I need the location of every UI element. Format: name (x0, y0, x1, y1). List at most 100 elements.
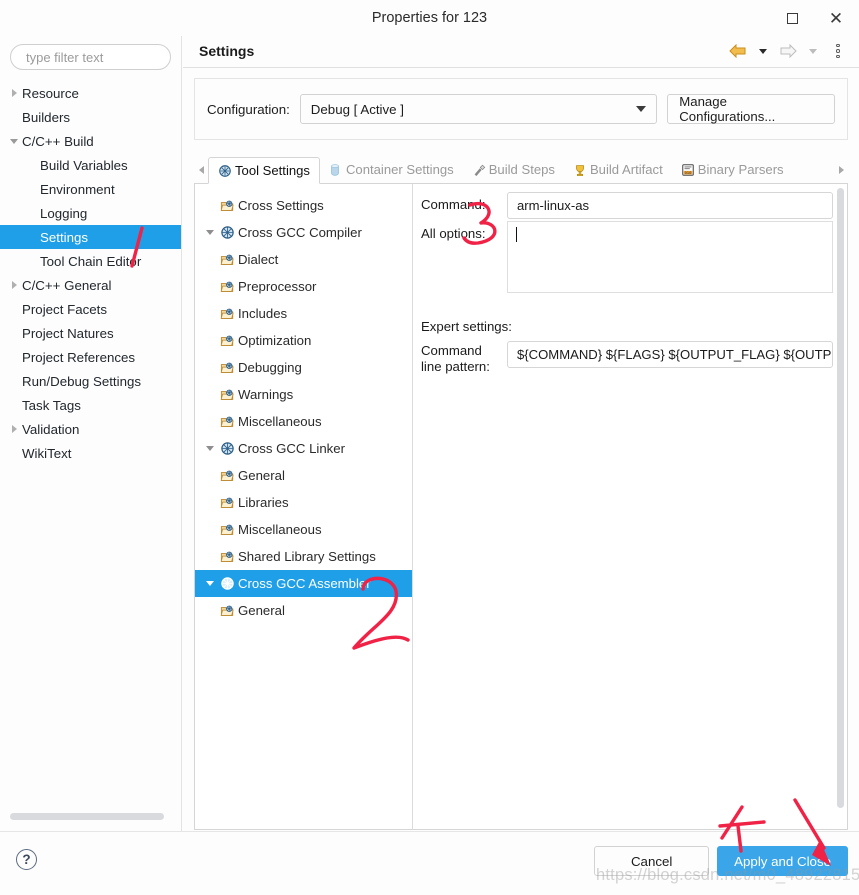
tool-tree-item-cross-settings[interactable]: Cross Settings (195, 192, 412, 219)
chevron-right-icon[interactable] (6, 425, 22, 433)
tab-build-artifact[interactable]: Build Artifact (564, 156, 672, 183)
chevron-down-icon[interactable] (201, 446, 219, 451)
tool-tree-item-shared-library-settings[interactable]: Shared Library Settings (195, 543, 412, 570)
tab-build-steps[interactable]: Build Steps (463, 156, 564, 183)
chevron-down-icon (636, 106, 647, 112)
tool-tree-item-label: Libraries (238, 495, 289, 510)
tool-tree-item-preprocessor[interactable]: Preprocessor (195, 273, 412, 300)
chevron-right-icon[interactable] (834, 157, 848, 183)
configuration-select[interactable]: Debug [ Active ] (299, 94, 658, 124)
tool-tree-item-debugging[interactable]: Debugging (195, 354, 412, 381)
tool-tree-item-warnings[interactable]: Warnings (195, 381, 412, 408)
tool-settings-icon (218, 164, 232, 178)
forward-history-chevron-down-icon[interactable] (802, 40, 824, 62)
chevron-down-icon[interactable] (201, 581, 219, 586)
tab-container-settings[interactable]: Container Settings (320, 156, 463, 183)
tab-label: Tool Settings (235, 163, 310, 178)
pane-header: Settings (183, 36, 859, 67)
sidebar-item-environment[interactable]: Environment (0, 177, 181, 201)
tool-tree-item-optimization[interactable]: Optimization (195, 327, 412, 354)
sidebar-item-project-natures[interactable]: Project Natures (0, 321, 181, 345)
window-title: Properties for 123 (371, 10, 488, 26)
sidebar-item-builders[interactable]: Builders (0, 105, 181, 129)
sidebar-item-label: Environment (40, 181, 115, 197)
sidebar-item-c-c-build[interactable]: C/C++ Build (0, 129, 181, 153)
sidebar-item-project-references[interactable]: Project References (0, 345, 181, 369)
manage-configurations-button[interactable]: Manage Configurations... (667, 94, 835, 124)
chevron-down-icon[interactable] (201, 230, 219, 235)
globe-gear-icon (219, 576, 236, 591)
arrow-left-icon[interactable] (727, 40, 749, 62)
help-icon[interactable]: ? (16, 849, 37, 870)
sidebar-item-project-facets[interactable]: Project Facets (0, 297, 181, 321)
tool-tree-item-libraries[interactable]: Libraries (195, 489, 412, 516)
tool-tree-item-cross-gcc-linker[interactable]: Cross GCC Linker (195, 435, 412, 462)
sidebar-item-label: C/C++ Build (22, 133, 94, 149)
build-steps-icon (472, 163, 486, 177)
folder-gear-icon (219, 388, 236, 402)
svg-text:010: 010 (684, 170, 691, 174)
sidebar-item-run-debug-settings[interactable]: Run/Debug Settings (0, 369, 181, 393)
command-line-pattern-input[interactable]: ${COMMAND} ${FLAGS} ${OUTPUT_FLAG} ${OUT… (507, 341, 833, 368)
tool-tree-item-label: Shared Library Settings (238, 549, 376, 564)
sidebar-item-wikitext[interactable]: WikiText (0, 441, 181, 465)
tool-tree-item-dialect[interactable]: Dialect (195, 246, 412, 273)
sidebar-item-tool-chain-editor[interactable]: Tool Chain Editor (0, 249, 181, 273)
tool-tree-item-label: Miscellaneous (238, 522, 322, 537)
folder-gear-icon (219, 496, 236, 510)
folder-gear-icon (219, 604, 236, 618)
sidebar-item-logging[interactable]: Logging (0, 201, 181, 225)
tool-tree-item-miscellaneous[interactable]: Miscellaneous (195, 408, 412, 435)
command-input[interactable]: arm-linux-as (507, 192, 833, 219)
tool-tree-item-label: General (238, 468, 285, 483)
tool-tree-item-label: Cross Settings (238, 198, 324, 213)
chevron-right-icon[interactable] (6, 281, 22, 289)
sidebar-item-validation[interactable]: Validation (0, 417, 181, 441)
content-vertical-scrollbar[interactable] (837, 188, 844, 808)
pattern-label-line2: line pattern: (421, 359, 490, 374)
sidebar-item-label: Task Tags (22, 397, 81, 413)
chevron-right-icon[interactable] (6, 89, 22, 97)
tab-label: Container Settings (345, 162, 454, 177)
tool-tree-item-label: Cross GCC Compiler (238, 225, 362, 240)
vertical-dots-icon[interactable] (827, 40, 849, 62)
configuration-value: Debug [ Active ] (310, 101, 404, 117)
sidebar-item-label: Validation (22, 421, 80, 437)
configuration-bar: Configuration: Debug [ Active ] Manage C… (194, 78, 848, 140)
tool-tree-item-includes[interactable]: Includes (195, 300, 412, 327)
all-options-textarea[interactable] (507, 221, 833, 293)
tool-tree-item-label: Cross GCC Linker (238, 441, 345, 456)
globe-gear-icon (219, 225, 236, 240)
arrow-right-icon[interactable] (777, 40, 799, 62)
sidebar-horizontal-scrollbar[interactable] (10, 813, 164, 820)
sidebar-item-resource[interactable]: Resource (0, 81, 181, 105)
tab-binary-parsers[interactable]: 010 Binary Parsers (672, 156, 793, 183)
sidebar-item-task-tags[interactable]: Task Tags (0, 393, 181, 417)
sidebar-item-build-variables[interactable]: Build Variables (0, 153, 181, 177)
back-history-chevron-down-icon[interactable] (752, 40, 774, 62)
tab-tool-settings[interactable]: Tool Settings (208, 157, 320, 184)
sidebar-item-label: WikiText (22, 445, 72, 461)
maximize-icon[interactable] (781, 7, 803, 29)
tool-tree-item-general[interactable]: General (195, 462, 412, 489)
close-icon[interactable]: ✕ (825, 7, 847, 29)
command-field-row: Command: arm-linux-as (421, 192, 833, 219)
folder-gear-icon (219, 307, 236, 321)
chevron-down-icon[interactable] (6, 138, 22, 144)
tool-tree-item-miscellaneous[interactable]: Miscellaneous (195, 516, 412, 543)
globe-gear-icon (219, 441, 236, 456)
sidebar: Resource Builders C/C++ Build Build Variabl… (0, 36, 182, 831)
tool-tree-item-cross-gcc-compiler[interactable]: Cross GCC Compiler (195, 219, 412, 246)
tool-tree-item-label: Dialect (238, 252, 279, 267)
dialog-footer: ? Cancel Apply and Close (0, 831, 859, 895)
tool-tree-item-general[interactable]: General (195, 597, 412, 624)
sidebar-item-settings[interactable]: Settings (0, 225, 181, 249)
tool-tree-item-cross-gcc-assembler[interactable]: Cross GCC Assembler (195, 570, 412, 597)
search-input[interactable] (24, 48, 157, 66)
chevron-left-icon[interactable] (194, 157, 208, 183)
sidebar-item-label: Run/Debug Settings (22, 373, 142, 389)
container-icon (329, 163, 343, 177)
sidebar-item-c-c-general[interactable]: C/C++ General (0, 273, 181, 297)
filter-box[interactable] (10, 44, 171, 70)
tool-tree-item-label: Debugging (238, 360, 302, 375)
